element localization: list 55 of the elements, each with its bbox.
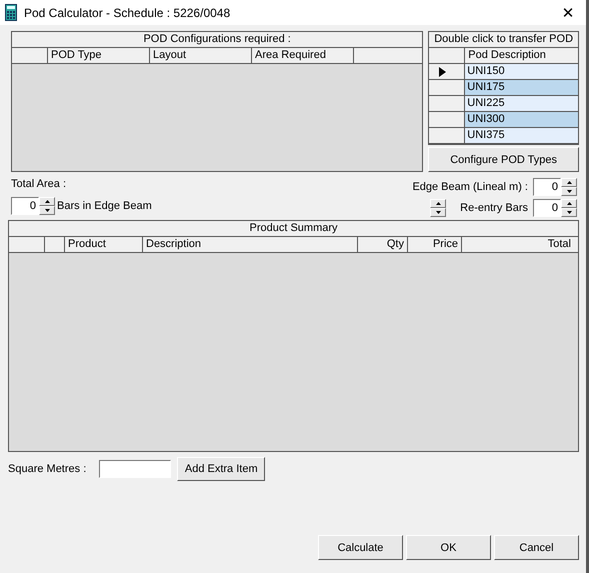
- re-entry-bars-field[interactable]: 0: [533, 199, 561, 217]
- spin-up-button[interactable]: [561, 199, 577, 208]
- window-title: Pod Calculator - Schedule : 5226/0048: [24, 6, 230, 20]
- bars-in-edge-beam-label: Bars in Edge Beam: [57, 200, 152, 212]
- close-button[interactable]: ✕: [550, 0, 586, 25]
- column-header[interactable]: Total: [462, 237, 574, 252]
- column-header[interactable]: Product: [65, 237, 143, 252]
- column-header[interactable]: Area Required: [252, 48, 354, 63]
- down-arrow-icon: [44, 209, 50, 212]
- grid-title: POD Configurations required :: [12, 32, 422, 48]
- pod-cell[interactable]: UNI375: [465, 128, 578, 143]
- total-area-label: Total Area :: [11, 178, 68, 190]
- edge-beam-label: Edge Beam (Lineal m) :: [412, 181, 528, 193]
- spin-up-button[interactable]: [430, 199, 446, 208]
- current-row-icon: [439, 66, 446, 76]
- row-header-cell[interactable]: [429, 64, 466, 79]
- calculator-icon: [5, 4, 17, 21]
- up-arrow-icon: [436, 202, 441, 205]
- up-arrow-icon: [44, 200, 50, 203]
- down-arrow-icon: [566, 211, 572, 214]
- square-metres-label: Square Metres :: [8, 463, 86, 475]
- grid-title: Product Summary: [9, 221, 578, 237]
- down-arrow-icon: [566, 190, 572, 193]
- pod-cell[interactable]: UNI150: [465, 64, 578, 79]
- spin-down-button[interactable]: [39, 206, 55, 215]
- up-arrow-icon: [566, 202, 572, 205]
- pod-cell[interactable]: UNI300: [465, 112, 578, 127]
- column-header[interactable]: Qty: [358, 237, 408, 252]
- dialog-button[interactable]: OK: [406, 535, 491, 560]
- spin-down-button[interactable]: [561, 187, 577, 196]
- row-header-cell[interactable]: [429, 80, 466, 95]
- down-arrow-icon: [436, 211, 441, 214]
- column-header[interactable]: Layout: [150, 48, 252, 63]
- column-header[interactable]: POD Type: [48, 48, 150, 63]
- configure-pod-types-button[interactable]: Configure POD Types: [428, 147, 579, 172]
- row-header-cell[interactable]: [429, 112, 466, 127]
- pod-cell[interactable]: UNI175: [465, 80, 578, 95]
- re-entry-bars-label: Re-entry Bars: [460, 202, 528, 214]
- column-header[interactable]: Price: [408, 237, 462, 252]
- spin-up-button[interactable]: [561, 178, 577, 187]
- spin-down-button[interactable]: [561, 208, 577, 217]
- edge-beam-field[interactable]: 0: [533, 178, 561, 196]
- pod-cell[interactable]: UNI225: [465, 96, 578, 111]
- spin-down-button[interactable]: [430, 208, 446, 217]
- add-extra-item-button[interactable]: Add Extra Item: [177, 457, 266, 481]
- row-header-cell[interactable]: [429, 96, 466, 111]
- column-header[interactable]: Description: [143, 237, 358, 252]
- square-metres-field[interactable]: [99, 460, 172, 478]
- dialog-button[interactable]: Calculate: [318, 535, 403, 560]
- up-arrow-icon: [566, 181, 572, 184]
- bars-in-edge-beam-field[interactable]: 0: [11, 197, 39, 215]
- row-header-cell[interactable]: [429, 128, 466, 143]
- dialog-button[interactable]: Cancel: [494, 535, 579, 560]
- grid-title: Double click to transfer POD: [429, 32, 578, 48]
- spin-up-button[interactable]: [39, 197, 55, 206]
